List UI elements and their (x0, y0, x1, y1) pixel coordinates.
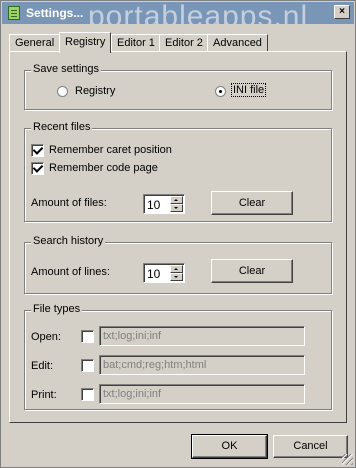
remember-codepage-checkbox[interactable] (31, 162, 44, 175)
spin-up-arrow-icon[interactable] (170, 196, 183, 204)
watermark: portableapps.nl (88, 2, 309, 24)
title-bar[interactable]: Settings... portableapps.nl × (2, 2, 354, 24)
search-history-group: Search history Amount of lines: 10 Clear (24, 235, 332, 294)
file-type-print-field[interactable]: txt;log;ini;inf (99, 384, 305, 404)
cancel-button[interactable]: Cancel (273, 435, 348, 458)
recent-files-title: Recent files (31, 121, 93, 133)
file-type-print-label: Print: (31, 389, 57, 401)
clear-recent-files-button[interactable]: Clear (211, 191, 293, 215)
file-type-edit-label: Edit: (31, 360, 54, 372)
remember-caret-checkbox[interactable] (31, 144, 44, 157)
file-type-edit-checkbox[interactable] (81, 359, 94, 372)
search-history-title: Search history (31, 235, 106, 247)
save-settings-title: Save settings (31, 63, 102, 75)
radio-registry[interactable] (57, 86, 68, 97)
tab-general[interactable]: General (9, 34, 61, 51)
file-type-print-checkbox[interactable] (81, 388, 94, 401)
amount-of-files-label: Amount of files: (31, 197, 107, 209)
tab-editor-2[interactable]: Editor 2 (159, 34, 209, 51)
clear-search-history-button[interactable]: Clear (211, 259, 293, 283)
radio-registry-label[interactable]: Registry (75, 85, 115, 97)
spinner-buttons (170, 196, 183, 212)
remember-caret-label[interactable]: Remember caret position (49, 144, 172, 156)
file-type-open-label: Open: (31, 331, 61, 343)
radio-ini-file[interactable] (215, 86, 226, 97)
file-type-edit-field[interactable]: bat;cmd;reg;htm;html (99, 355, 305, 375)
resize-grip-icon[interactable] (342, 454, 353, 465)
notepad-app-icon (8, 6, 20, 20)
close-button[interactable]: × (334, 5, 350, 19)
tab-registry[interactable]: Registry (59, 32, 112, 53)
spin-up-arrow-icon[interactable] (170, 265, 183, 273)
file-type-open-field[interactable]: txt;log;ini;inf (99, 326, 305, 346)
file-types-title: File types (31, 303, 83, 315)
amount-of-files-spinner[interactable]: 10 (143, 194, 185, 214)
recent-files-group: Recent files Remember caret position Rem… (24, 121, 332, 222)
amount-of-lines-spinner[interactable]: 10 (143, 263, 185, 283)
amount-of-lines-value: 10 (147, 267, 161, 281)
remember-codepage-label[interactable]: Remember code page (49, 162, 158, 174)
save-settings-group: Save settings Registry INI file (24, 63, 332, 110)
ok-button[interactable]: OK (191, 434, 268, 459)
settings-window: Settings... portableapps.nl × General Re… (0, 0, 356, 468)
amount-of-files-value: 10 (147, 198, 161, 212)
radio-ini-file-label[interactable]: INI file (230, 83, 267, 97)
file-type-open-checkbox[interactable] (81, 330, 94, 343)
tab-advanced[interactable]: Advanced (207, 34, 268, 51)
spinner-buttons (170, 265, 183, 281)
spin-down-arrow-icon[interactable] (170, 204, 183, 212)
file-types-group: File types Open: txt;log;ini;inf Edit: b… (24, 303, 332, 410)
spin-down-arrow-icon[interactable] (170, 273, 183, 281)
registry-tab-panel: Save settings Registry INI file Recent f… (9, 51, 347, 423)
window-title: Settings... (26, 6, 84, 20)
tab-editor-1[interactable]: Editor 1 (111, 34, 161, 51)
amount-of-lines-label: Amount of lines: (31, 266, 110, 278)
